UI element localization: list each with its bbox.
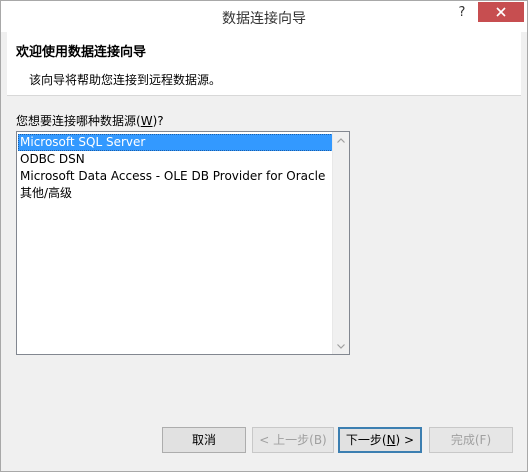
help-button[interactable]: ?	[449, 3, 475, 25]
datasource-label: 您想要连接哪种数据源(W)?	[16, 114, 164, 128]
datasource-list: Microsoft SQL Server ODBC DSN Microsoft …	[18, 134, 333, 202]
datasource-item-odbc-dsn[interactable]: ODBC DSN	[18, 151, 333, 168]
datasource-listbox[interactable]: Microsoft SQL Server ODBC DSN Microsoft …	[16, 131, 350, 355]
finish-button[interactable]: 完成(F)	[429, 427, 513, 453]
scroll-up-button[interactable]	[333, 132, 349, 148]
close-button[interactable]	[478, 2, 524, 22]
datasource-item-other-advanced[interactable]: 其他/高级	[18, 185, 333, 202]
chevron-up-icon	[337, 137, 345, 143]
chevron-down-icon	[337, 343, 345, 349]
datasource-item-oledb-oracle[interactable]: Microsoft Data Access - OLE DB Provider …	[18, 168, 333, 185]
header-title: 欢迎使用数据连接向导	[16, 45, 147, 60]
header-subtitle: 该向导将帮助您连接到远程数据源。	[29, 73, 222, 87]
cancel-button[interactable]: 取消	[162, 427, 246, 453]
wizard-body: 您想要连接哪种数据源(W)? Microsoft SQL Server ODBC…	[1, 96, 527, 471]
wizard-window: 数据连接向导 ? 欢迎使用数据连接向导 该向导将帮助您连接到远程数据源。 您想要…	[0, 0, 528, 472]
scroll-down-button[interactable]	[333, 338, 349, 354]
close-icon	[496, 7, 506, 17]
title-bar[interactable]: 数据连接向导 ?	[1, 1, 527, 32]
list-scrollbar[interactable]	[332, 132, 349, 354]
wizard-header: 欢迎使用数据连接向导 该向导将帮助您连接到远程数据源。	[7, 32, 521, 96]
next-button[interactable]: 下一步(N) >	[338, 427, 422, 453]
datasource-item-sql-server[interactable]: Microsoft SQL Server	[18, 134, 333, 151]
back-button[interactable]: < 上一步(B)	[252, 427, 334, 453]
